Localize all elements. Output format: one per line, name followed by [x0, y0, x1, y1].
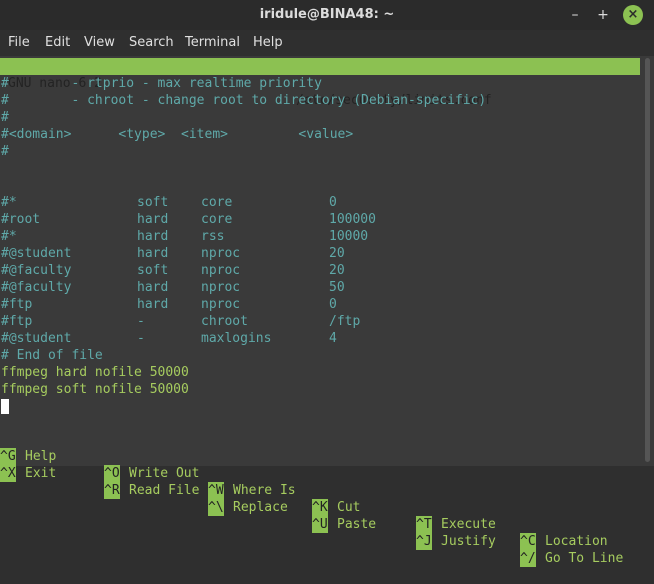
table-row: #ftp hard nproc 0	[1, 279, 337, 312]
value-cell: 50	[329, 280, 345, 295]
item-cell: chroot	[201, 314, 248, 329]
menu-file[interactable]: File	[8, 35, 30, 50]
close-icon[interactable]: ×	[623, 5, 643, 25]
added-line: ffmpeg hard nofile 50000	[1, 365, 189, 380]
item-cell: core	[201, 195, 233, 210]
end-of-file-comment: # End of file	[1, 348, 103, 363]
type-cell: hard	[137, 280, 169, 295]
menu-edit[interactable]: Edit	[45, 35, 70, 50]
table-row: #root hard core 100000	[1, 194, 376, 227]
shortcut-row: ^G Help ^O Write Out ^W Where Is ^K Cut ^T Ex…	[0, 431, 640, 550]
value-cell: 0	[329, 195, 337, 210]
replace-label[interactable]: Replace	[233, 499, 288, 516]
read-file-key[interactable]: ^R	[104, 482, 120, 499]
menu-search[interactable]: Search	[129, 35, 174, 50]
paste-key[interactable]: ^U	[312, 516, 328, 533]
menu-view[interactable]: View	[84, 35, 115, 50]
terminal-area[interactable]: GNU nano 6.2 /etc/security/limits.conf #…	[0, 56, 654, 567]
location-key[interactable]: ^C	[520, 533, 536, 550]
type-cell: hard	[137, 229, 169, 244]
file-line: #<domain> <type> <item> <value>	[1, 127, 354, 142]
item-cell: nproc	[201, 246, 241, 261]
file-line: #	[1, 110, 9, 125]
nano-header: GNU nano 6.2 /etc/security/limits.conf	[0, 58, 640, 108]
item-cell: core	[201, 212, 233, 227]
type-cell: soft	[137, 263, 169, 278]
file-line: #	[1, 144, 9, 159]
type-cell: hard	[137, 297, 169, 312]
menu-help[interactable]: Help	[253, 35, 283, 50]
read-file-label[interactable]: Read File	[129, 482, 199, 499]
table-row: #@faculty soft nproc 20	[1, 245, 345, 278]
where-is-key[interactable]: ^W	[208, 482, 224, 499]
table-row: #* hard rss 10000	[1, 211, 368, 244]
execute-label[interactable]: Execute	[441, 516, 496, 533]
scrollbar[interactable]	[640, 56, 654, 466]
menu-bar: File Edit View Search Terminal Help	[0, 30, 654, 56]
exit-label[interactable]: Exit	[25, 465, 56, 482]
write-out-label[interactable]: Write Out	[129, 465, 199, 482]
go-to-line-key[interactable]: ^/	[520, 550, 536, 567]
added-line: ffmpeg soft nofile 50000	[1, 382, 189, 397]
item-cell: nproc	[201, 280, 241, 295]
location-label[interactable]: Location	[545, 533, 608, 550]
value-cell: 20	[329, 263, 345, 278]
file-line: # - chroot - change root to directory (D…	[1, 93, 487, 108]
domain-cell: #@student	[1, 331, 72, 346]
maximize-icon[interactable]: +	[592, 4, 614, 26]
cut-key[interactable]: ^K	[312, 499, 328, 516]
exit-key[interactable]: ^X	[0, 465, 16, 482]
terminal-window: iridule@BINA48: ~ – + × File Edit View S…	[0, 0, 654, 567]
value-cell: 4	[329, 331, 337, 346]
table-row: #ftp - chroot/ftp	[1, 296, 360, 329]
type-cell: -	[137, 331, 145, 346]
table-row: #@student hard nproc 20	[1, 228, 345, 261]
replace-key[interactable]: ^\	[208, 499, 224, 516]
type-cell: -	[137, 314, 145, 329]
minimize-icon[interactable]: –	[564, 4, 586, 26]
value-cell: 100000	[329, 212, 376, 227]
item-cell: nproc	[201, 263, 241, 278]
text-cursor	[1, 399, 9, 414]
type-cell: soft	[137, 195, 169, 210]
paste-label[interactable]: Paste	[337, 516, 376, 533]
window-title: iridule@BINA48: ~	[259, 7, 395, 22]
justify-key[interactable]: ^J	[416, 533, 432, 550]
justify-label[interactable]: Justify	[441, 533, 496, 550]
table-row: #@faculty hard nproc 50	[1, 262, 345, 295]
value-cell: 10000	[329, 229, 369, 244]
menu-terminal[interactable]: Terminal	[185, 35, 240, 50]
cut-label[interactable]: Cut	[337, 499, 360, 516]
shortcut-row: ^X Exit ^R Read File ^\ Replace ^U Paste ^J J…	[0, 448, 640, 567]
table-row: #@student - maxlogins 4	[1, 313, 337, 346]
where-is-label[interactable]: Where Is	[233, 482, 296, 499]
item-cell: maxlogins	[201, 331, 272, 346]
go-to-line-label[interactable]: Go To Line	[545, 550, 623, 567]
title-bar[interactable]: iridule@BINA48: ~ – + ×	[0, 0, 654, 30]
scrollbar-thumb[interactable]	[645, 58, 650, 462]
value-cell: /ftp	[329, 314, 361, 329]
execute-key[interactable]: ^T	[416, 516, 432, 533]
table-row: #* soft core 0	[1, 177, 337, 210]
value-cell: 20	[329, 246, 345, 261]
file-line: # - rtprio - max realtime priority	[1, 76, 322, 91]
value-cell: 0	[329, 297, 337, 312]
write-out-key[interactable]: ^O	[104, 465, 120, 482]
item-cell: nproc	[201, 297, 241, 312]
type-cell: hard	[137, 212, 169, 227]
type-cell: hard	[137, 246, 169, 261]
item-cell: rss	[201, 229, 225, 244]
